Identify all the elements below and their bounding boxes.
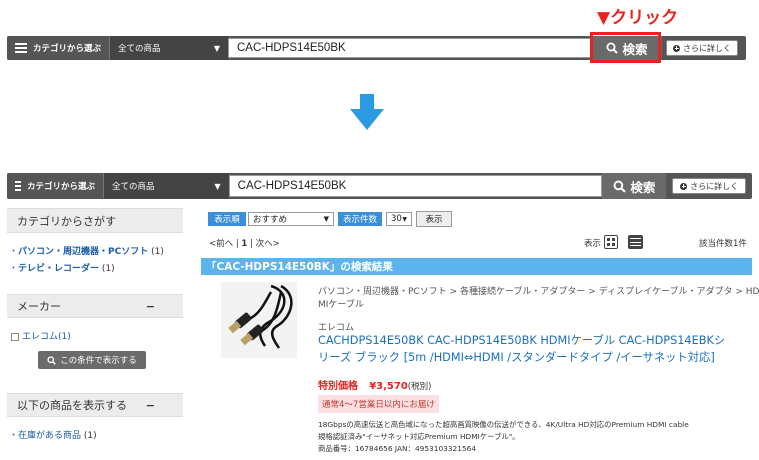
category-menu-button[interactable]: カテゴリから選ぶ — [7, 36, 110, 60]
dropdown-arrow-icon: ▼ — [213, 43, 220, 53]
tax-note: (税別) — [407, 382, 432, 392]
search-button-label: 検索 — [630, 179, 656, 195]
scope-select[interactable]: 全ての商品 ▼ — [104, 173, 229, 199]
apply-condition-button[interactable]: この条件で表示する — [38, 351, 146, 369]
click-callout: ▼クリック — [597, 8, 679, 28]
product-description-line: 規格認証済み"イーサネット対応Premium HDMIケーブル"。 — [318, 432, 520, 441]
collapse-icon[interactable]: − — [146, 399, 155, 412]
search-icon — [47, 355, 57, 365]
search-input[interactable]: CAC-HDPS14E50BK — [228, 175, 603, 197]
maker-filter-label: エレコム(1) — [22, 332, 71, 342]
arrow-down-icon — [350, 94, 384, 130]
category-menu-button[interactable]: カテゴリから選ぶ — [7, 173, 104, 199]
stock-filter-label: 在庫がある商品 — [18, 431, 82, 441]
product-price: ¥3,570 — [369, 381, 408, 392]
hdmi-cable-image — [228, 284, 293, 349]
result-heading: 「CAC-HDPS14E50BK」の検索結果 — [201, 258, 752, 275]
page-separator: | — [250, 239, 253, 249]
sort-select[interactable]: おすすめ ▼ — [248, 212, 334, 226]
plus-circle-icon — [673, 44, 680, 52]
search-button-highlight — [590, 32, 661, 63]
page-separator: | — [235, 239, 239, 249]
scope-select[interactable]: 全ての商品 ▼ — [110, 36, 228, 60]
product-description-line: 18Gbpsの高速伝送と高色域になった超高画質映像の伝送ができる、4K/Ultr… — [318, 420, 689, 429]
pagination: <前へ | 1 | 次へ> — [209, 237, 280, 249]
sidebar-category-bullet: ・ — [9, 247, 19, 257]
sidebar-category-count: (1) — [101, 264, 115, 274]
next-page-link[interactable]: 次へ> — [256, 239, 280, 249]
plus-circle-icon — [680, 182, 688, 190]
product-breadcrumb[interactable]: パソコン・周辺機器・PCソフト > 各種接続ケーブル・アダプター > ディスプレ… — [318, 286, 759, 312]
product-title-line: リーズ ブラック [5m /HDMI⇔HDMI /スタンダードタイプ /イーサネ… — [318, 351, 715, 364]
list-view-icon[interactable] — [628, 235, 643, 249]
search-bar-result: カテゴリから選ぶ 全ての商品 ▼ CAC-HDPS14E50BK 検索 さらに詳… — [7, 173, 752, 199]
sidebar-maker-heading-label: メーカー — [17, 300, 61, 313]
sidebar-category-bullet: ・ — [9, 264, 19, 274]
scope-label: 全ての商品 — [112, 182, 155, 192]
product-title-line: CACHDPS14E50BK CAC-HDPS14E50BK HDMIケーブル … — [318, 334, 726, 347]
sidebar-display-heading[interactable]: 以下の商品を表示する − — [7, 393, 183, 417]
count-select[interactable]: 30 ▼ — [386, 212, 412, 226]
stock-filter-bullet: ・ — [9, 431, 19, 441]
sidebar-category-heading: カテゴリからさがす — [7, 208, 183, 233]
detail-search-button[interactable]: さらに詳しく — [666, 40, 738, 56]
sidebar-display-heading-label: 以下の商品を表示する — [17, 399, 127, 412]
sidebar-maker-heading[interactable]: メーカー − — [7, 294, 183, 318]
search-icon — [613, 180, 627, 193]
detail-search-button[interactable]: さらに詳しく — [672, 178, 746, 194]
current-page: 1 — [241, 239, 248, 249]
dropdown-arrow-icon: ▼ — [402, 215, 407, 223]
sidebar-category-item[interactable]: ・テレビ・レコーダー (1) — [9, 261, 115, 274]
dropdown-arrow-icon: ▼ — [214, 181, 221, 191]
product-breadcrumb-line: パソコン・周辺機器・PCソフト > 各種接続ケーブル・アダプター > ディスプレ… — [318, 287, 759, 297]
search-button[interactable]: 検索 — [602, 173, 667, 199]
result-count: 該当件数1件 — [699, 239, 747, 249]
stock-filter-item[interactable]: ・在庫がある商品 (1) — [9, 428, 97, 441]
product-title-link[interactable]: CACHDPS14E50BK CAC-HDPS14E50BK HDMIケーブル … — [318, 332, 725, 366]
delivery-badge: 通常4～7営業日以内にお届け — [318, 395, 439, 413]
collapse-icon[interactable]: − — [146, 300, 155, 313]
prev-page-link[interactable]: <前へ — [209, 239, 233, 249]
count-select-value: 30 — [391, 214, 402, 224]
maker-filter-item[interactable]: エレコム(1) — [11, 329, 71, 342]
detail-search-label: さらに詳しく — [683, 43, 731, 53]
search-query-text: CAC-HDPS14E50BK — [237, 42, 346, 54]
apply-condition-label: この条件で表示する — [60, 356, 137, 366]
price-label: 特別価格 — [318, 381, 358, 392]
search-input[interactable]: CAC-HDPS14E50BK — [228, 38, 592, 58]
view-mode-label: 表示 — [584, 239, 602, 249]
maker-checkbox[interactable] — [11, 332, 19, 341]
show-button[interactable]: 表示 — [416, 211, 452, 227]
sort-label: 表示順 — [208, 212, 246, 226]
menu-icon — [15, 181, 21, 191]
sidebar-category-heading-label: カテゴリからさがす — [17, 214, 116, 228]
sidebar-category-count: (1) — [151, 247, 164, 257]
detail-search-label: さらに詳しく — [690, 181, 739, 191]
product-description: 18Gbpsの高速伝送と高色域になった超高画質映像の伝送ができる、4K/Ultr… — [318, 419, 689, 455]
product-price-row: 特別価格 ¥3,570(税別) — [318, 377, 431, 392]
dropdown-arrow-icon: ▼ — [323, 215, 329, 223]
sidebar-category-label: パソコン・周辺機器・PCソフト — [18, 247, 149, 257]
scope-label: 全ての商品 — [118, 44, 161, 54]
product-codes: 商品番号：16784656 JAN：4953103321564 — [318, 444, 477, 453]
menu-icon — [15, 43, 27, 53]
grid-view-icon[interactable] — [604, 235, 618, 249]
sort-select-value: おすすめ — [253, 215, 288, 225]
product-image[interactable] — [221, 282, 297, 358]
category-menu-label: カテゴリから選ぶ — [32, 44, 101, 54]
sidebar-category-label: テレビ・レコーダー — [18, 264, 100, 274]
search-query-text: CAC-HDPS14E50BK — [237, 180, 347, 192]
category-menu-label: カテゴリから選ぶ — [26, 182, 95, 192]
count-label: 表示件数 — [338, 212, 382, 226]
product-breadcrumb-line: MIケーブル — [318, 300, 364, 310]
sidebar-category-item[interactable]: ・パソコン・周辺機器・PCソフト (1) — [9, 244, 164, 257]
stock-filter-count: (1) — [83, 431, 97, 441]
